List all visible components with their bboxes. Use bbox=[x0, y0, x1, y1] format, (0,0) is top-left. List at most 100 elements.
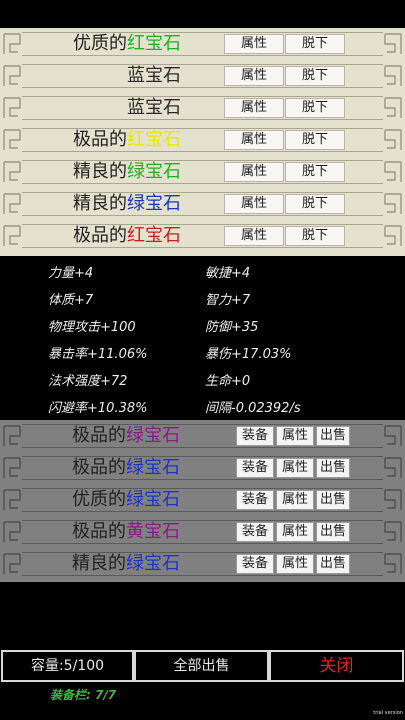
bag-gem-row: 优质的绿宝石 装备 属性 出售 bbox=[0, 484, 405, 516]
stat-value: 生命+0 bbox=[205, 374, 251, 389]
sell-button[interactable]: 出售 bbox=[316, 522, 350, 542]
gem-name: 极品的绿宝石 bbox=[72, 424, 180, 448]
ornament-right-icon bbox=[384, 193, 402, 214]
stat-value: 敏捷+4 bbox=[205, 266, 251, 281]
sell-button[interactable]: 出售 bbox=[316, 458, 350, 478]
bag-gem-row: 极品的绿宝石 装备 属性 出售 bbox=[0, 420, 405, 452]
gem-name: 蓝宝石 bbox=[127, 64, 181, 88]
attributes-button[interactable]: 属性 bbox=[224, 98, 284, 118]
unequip-button[interactable]: 脱下 bbox=[285, 194, 345, 214]
gem-quality: 精良的 bbox=[72, 553, 126, 574]
attributes-button[interactable]: 属性 bbox=[276, 554, 314, 574]
attributes-button[interactable]: 属性 bbox=[224, 194, 284, 214]
gem-name: 极品的绿宝石 bbox=[72, 456, 180, 480]
unequip-button[interactable]: 脱下 bbox=[285, 98, 345, 118]
stat-value: 闪避率+10.38% bbox=[48, 401, 148, 416]
gem-type: 蓝宝石 bbox=[127, 65, 181, 86]
attributes-button[interactable]: 属性 bbox=[224, 130, 284, 150]
stat-value: 力量+4 bbox=[48, 266, 94, 281]
ornament-right-icon bbox=[384, 425, 402, 446]
ornament-right-icon bbox=[384, 33, 402, 54]
gem-name: 优质的绿宝石 bbox=[72, 488, 180, 512]
equipped-gem-row: 极品的红宝石 属性 脱下 bbox=[0, 220, 405, 252]
stat-value: 防御+35 bbox=[205, 320, 259, 335]
sell-button[interactable]: 出售 bbox=[316, 426, 350, 446]
stat-value: 间隔-0.02392/s bbox=[205, 401, 301, 416]
stat-value: 暴伤+17.03% bbox=[205, 347, 292, 362]
stat-value: 智力+7 bbox=[205, 293, 251, 308]
ornament-left-icon bbox=[3, 129, 21, 150]
bottom-bar: 容量:5/100 全部出售 关闭 bbox=[0, 650, 405, 682]
attributes-button[interactable]: 属性 bbox=[276, 522, 314, 542]
gem-type: 绿宝石 bbox=[127, 161, 181, 182]
attributes-button[interactable]: 属性 bbox=[276, 490, 314, 510]
unequip-button[interactable]: 脱下 bbox=[285, 162, 345, 182]
gem-type: 黄宝石 bbox=[126, 521, 180, 542]
stat-value: 物理攻击+100 bbox=[48, 320, 136, 335]
gem-name: 精良的绿宝石 bbox=[73, 160, 181, 184]
equip-button[interactable]: 装备 bbox=[236, 490, 274, 510]
gem-quality: 极品的 bbox=[73, 225, 127, 246]
gem-quality: 极品的 bbox=[72, 521, 126, 542]
unequip-button[interactable]: 脱下 bbox=[285, 34, 345, 54]
close-button[interactable]: 关闭 bbox=[269, 650, 404, 682]
ornament-right-icon bbox=[384, 65, 402, 86]
gem-type: 绿宝石 bbox=[126, 553, 180, 574]
capacity-label: 容量:5/100 bbox=[1, 650, 134, 682]
gem-name: 极品的红宝石 bbox=[73, 128, 181, 152]
gem-name: 蓝宝石 bbox=[127, 96, 181, 120]
ornament-left-icon bbox=[3, 161, 21, 182]
ornament-right-icon bbox=[384, 521, 402, 542]
attributes-button[interactable]: 属性 bbox=[276, 458, 314, 478]
bag-gems-panel: 极品的绿宝石 装备 属性 出售 极品的绿宝石 装备 属性 出售 优质的绿宝石 装备 属性 出售 极品的黄… bbox=[0, 420, 405, 582]
ornament-right-icon bbox=[384, 553, 402, 574]
gem-quality: 优质的 bbox=[72, 489, 126, 510]
attributes-button[interactable]: 属性 bbox=[224, 162, 284, 182]
stat-value: 体质+7 bbox=[48, 293, 94, 308]
trial-version-label: trial version bbox=[373, 710, 403, 716]
bag-gem-row: 极品的黄宝石 装备 属性 出售 bbox=[0, 516, 405, 548]
gem-type: 红宝石 bbox=[127, 225, 181, 246]
equip-button[interactable]: 装备 bbox=[236, 426, 274, 446]
gem-quality: 极品的 bbox=[73, 129, 127, 150]
gem-type: 绿宝石 bbox=[127, 193, 181, 214]
stats-panel: 力量+4 敏捷+4 体质+7 智力+7 物理攻击+100 防御+35 暴击率+11.06% 暴… bbox=[0, 258, 405, 418]
attributes-button[interactable]: 属性 bbox=[276, 426, 314, 446]
gem-quality: 优质的 bbox=[73, 33, 127, 54]
equipped-gems-panel: 优质的红宝石 属性 脱下 蓝宝石 属性 脱下 蓝宝石 属性 脱下 极品的红宝石 属性 脱下 精良的绿宝石… bbox=[0, 28, 405, 256]
ornament-right-icon bbox=[384, 129, 402, 150]
ornament-left-icon bbox=[3, 65, 21, 86]
unequip-button[interactable]: 脱下 bbox=[285, 130, 345, 150]
gem-name: 精良的绿宝石 bbox=[73, 192, 181, 216]
sell-button[interactable]: 出售 bbox=[316, 490, 350, 510]
equip-button[interactable]: 装备 bbox=[236, 458, 274, 478]
equip-button[interactable]: 装备 bbox=[236, 522, 274, 542]
stat-value: 暴击率+11.06% bbox=[48, 347, 148, 362]
equipped-gem-row: 精良的绿宝石 属性 脱下 bbox=[0, 156, 405, 188]
ornament-right-icon bbox=[384, 489, 402, 510]
attributes-button[interactable]: 属性 bbox=[224, 226, 284, 246]
sell-all-button[interactable]: 全部出售 bbox=[134, 650, 269, 682]
gem-type: 绿宝石 bbox=[126, 489, 180, 510]
gem-quality: 极品的 bbox=[72, 425, 126, 446]
ornament-left-icon bbox=[3, 97, 21, 118]
equip-button[interactable]: 装备 bbox=[236, 554, 274, 574]
attributes-button[interactable]: 属性 bbox=[224, 66, 284, 86]
gem-type: 绿宝石 bbox=[126, 457, 180, 478]
unequip-button[interactable]: 脱下 bbox=[285, 66, 345, 86]
ornament-left-icon bbox=[3, 193, 21, 214]
gem-name: 极品的黄宝石 bbox=[72, 520, 180, 544]
ornament-right-icon bbox=[384, 457, 402, 478]
sell-button[interactable]: 出售 bbox=[316, 554, 350, 574]
attributes-button[interactable]: 属性 bbox=[224, 34, 284, 54]
gem-quality: 精良的 bbox=[73, 161, 127, 182]
ornament-left-icon bbox=[3, 457, 21, 478]
ornament-right-icon bbox=[384, 225, 402, 246]
gem-type: 红宝石 bbox=[127, 129, 181, 150]
unequip-button[interactable]: 脱下 bbox=[285, 226, 345, 246]
equipped-gem-row: 优质的红宝石 属性 脱下 bbox=[0, 28, 405, 60]
gem-name: 极品的红宝石 bbox=[73, 224, 181, 248]
stat-value: 法术强度+72 bbox=[48, 374, 128, 389]
equipped-gem-row: 极品的红宝石 属性 脱下 bbox=[0, 124, 405, 156]
gem-quality: 极品的 bbox=[72, 457, 126, 478]
